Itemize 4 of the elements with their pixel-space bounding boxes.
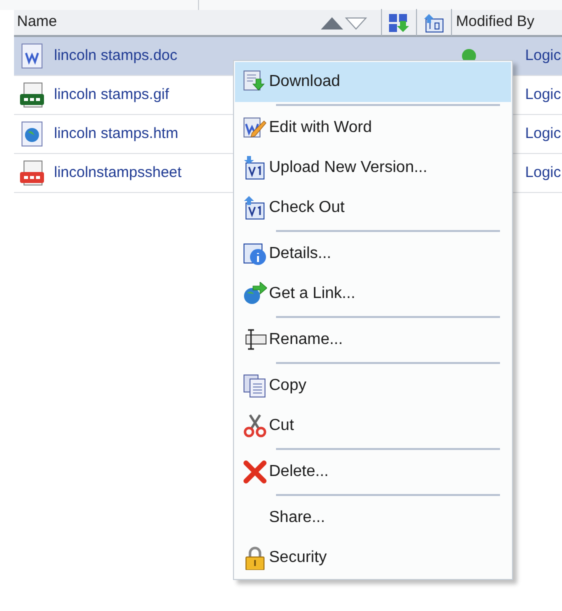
table-cell-text: Logic: [525, 46, 562, 66]
table-cell-text: Logic: [525, 124, 562, 144]
table-cell-text: Logic: [525, 84, 562, 105]
table-cell-text: Logic: [525, 162, 562, 183]
